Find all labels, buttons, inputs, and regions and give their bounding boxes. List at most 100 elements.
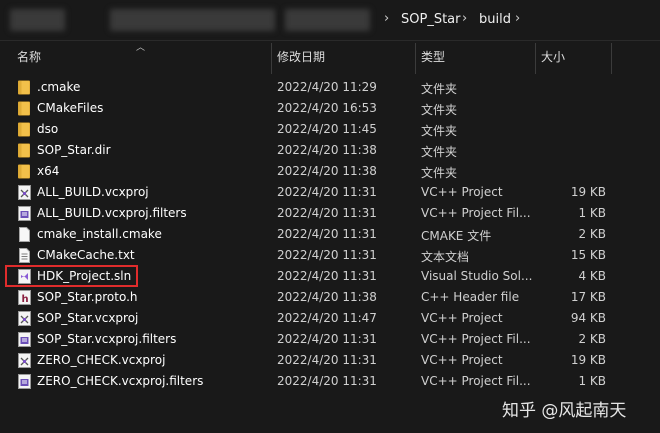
- file-name: dso: [37, 122, 59, 136]
- file-date: 2022/4/20 11:31: [277, 374, 377, 388]
- column-divider[interactable]: [535, 43, 536, 74]
- file-type: 文件夹: [421, 145, 458, 159]
- filters-icon: [17, 206, 32, 221]
- redacted-path-segment: [285, 9, 370, 31]
- file-row[interactable]: x64 2022/4/20 11:38 文件夹: [0, 161, 660, 182]
- file-size: 19 KB: [570, 185, 606, 199]
- file-name: ZERO_CHECK.vcxproj.filters: [37, 374, 204, 388]
- file-type: 文件夹: [421, 103, 458, 117]
- file-size: 1 KB: [578, 206, 606, 220]
- file-row[interactable]: .cmake 2022/4/20 11:29 文件夹: [0, 77, 660, 98]
- file-row[interactable]: SOP_Star.vcxproj.filters 2022/4/20 11:31 V…: [0, 329, 660, 350]
- file-row[interactable]: ZERO_CHECK.vcxproj.filters 2022/4/20 11:3…: [0, 371, 660, 392]
- file-row[interactable]: dso 2022/4/20 11:45 文件夹: [0, 119, 660, 140]
- file-name: ZERO_CHECK.vcxproj: [37, 353, 166, 367]
- column-header-type[interactable]: 类型: [421, 41, 445, 74]
- header-file-icon: h: [17, 290, 32, 305]
- text-file-icon: [17, 248, 32, 263]
- column-divider[interactable]: [415, 43, 416, 74]
- redacted-path-segment: [10, 9, 65, 31]
- column-divider[interactable]: [271, 43, 272, 74]
- file-type: 文本文档: [421, 250, 470, 264]
- file-type: C++ Header file: [421, 290, 520, 304]
- file-name: CMakeFiles: [37, 101, 104, 115]
- breadcrumb-item[interactable]: build: [479, 12, 511, 27]
- file-type: VC++ Project: [421, 353, 503, 367]
- file-size: 2 KB: [578, 332, 606, 346]
- file-size: 4 KB: [578, 269, 606, 283]
- file-type: VC++ Project: [421, 311, 503, 325]
- column-header: 名称 修改日期 类型 大小: [0, 41, 660, 74]
- svg-text:h: h: [22, 294, 29, 305]
- file-row[interactable]: CMakeFiles 2022/4/20 16:53 文件夹: [0, 98, 660, 119]
- file-size: 17 KB: [570, 290, 606, 304]
- document-icon: [17, 227, 32, 242]
- folder-icon: [17, 164, 32, 179]
- file-name: SOP_Star.proto.h: [37, 290, 138, 304]
- file-date: 2022/4/20 11:31: [277, 353, 377, 367]
- file-size: 2 KB: [578, 227, 606, 241]
- file-type: VC++ Project Fil...: [421, 374, 531, 388]
- column-divider[interactable]: [611, 43, 612, 74]
- file-row[interactable]: ZERO_CHECK.vcxproj 2022/4/20 11:31 VC++ Pr…: [0, 350, 660, 371]
- vcxproj-icon: [17, 311, 32, 326]
- file-row[interactable]: SOP_Star.vcxproj 2022/4/20 11:47 VC++ Proj…: [0, 308, 660, 329]
- column-header-date[interactable]: 修改日期: [277, 41, 325, 74]
- file-row[interactable]: ALL_BUILD.vcxproj.filters 2022/4/20 11:31…: [0, 203, 660, 224]
- file-name: cmake_install.cmake: [37, 227, 162, 241]
- file-row[interactable]: cmake_install.cmake 2022/4/20 11:31 CMAKE …: [0, 224, 660, 245]
- file-date: 2022/4/20 11:31: [277, 332, 377, 346]
- file-type: 文件夹: [421, 82, 458, 96]
- redacted-path-segment: [110, 9, 275, 31]
- folder-icon: [17, 80, 32, 95]
- file-size: 15 KB: [570, 248, 606, 262]
- file-size: 1 KB: [578, 374, 606, 388]
- file-date: 2022/4/20 11:31: [277, 206, 377, 220]
- highlight-box: [5, 265, 138, 287]
- file-date: 2022/4/20 11:31: [277, 185, 377, 199]
- file-type: VC++ Project: [421, 185, 503, 199]
- file-size: 19 KB: [570, 353, 606, 367]
- vcxproj-icon: [17, 353, 32, 368]
- file-date: 2022/4/20 11:31: [277, 248, 377, 262]
- vcxproj-icon: [17, 185, 32, 200]
- file-row[interactable]: SOP_Star.dir 2022/4/20 11:38 文件夹: [0, 140, 660, 161]
- folder-icon: [17, 143, 32, 158]
- filters-icon: [17, 374, 32, 389]
- address-bar[interactable]: › SOP_Star › build ›: [0, 0, 660, 40]
- file-row[interactable]: CMakeCache.txt 2022/4/20 11:31 文本文档 15 KB: [0, 245, 660, 266]
- file-row[interactable]: h SOP_Star.proto.h 2022/4/20 11:38 C++ Head…: [0, 287, 660, 308]
- chevron-right-icon: ›: [384, 11, 390, 26]
- filters-icon: [17, 332, 32, 347]
- file-date: 2022/4/20 11:29: [277, 80, 377, 94]
- file-name: x64: [37, 164, 60, 178]
- folder-icon: [17, 122, 32, 137]
- folder-icon: [17, 101, 32, 116]
- file-row[interactable]: ALL_BUILD.vcxproj 2022/4/20 11:31 VC++ Pro…: [0, 182, 660, 203]
- chevron-right-icon: ›: [462, 11, 468, 26]
- file-type: 文件夹: [421, 166, 458, 180]
- column-header-name[interactable]: 名称: [17, 41, 41, 74]
- file-name: ALL_BUILD.vcxproj.filters: [37, 206, 187, 220]
- file-date: 2022/4/20 11:45: [277, 122, 377, 136]
- file-name: SOP_Star.dir: [37, 143, 111, 157]
- file-date: 2022/4/20 11:38: [277, 143, 377, 157]
- file-name: .cmake: [37, 80, 81, 94]
- file-name: ALL_BUILD.vcxproj: [37, 185, 149, 199]
- file-type: CMAKE 文件: [421, 229, 492, 243]
- file-date: 2022/4/20 16:53: [277, 101, 377, 115]
- file-name: SOP_Star.vcxproj.filters: [37, 332, 177, 346]
- file-size: 94 KB: [570, 311, 606, 325]
- file-type: 文件夹: [421, 124, 458, 138]
- file-name: CMakeCache.txt: [37, 248, 135, 262]
- file-type: VC++ Project Fil...: [421, 332, 531, 346]
- watermark: 知乎 @风起南天: [502, 401, 627, 421]
- breadcrumb-item[interactable]: SOP_Star: [401, 12, 460, 27]
- file-name: SOP_Star.vcxproj: [37, 311, 139, 325]
- file-date: 2022/4/20 11:31: [277, 227, 377, 241]
- column-header-size[interactable]: 大小: [541, 41, 565, 74]
- chevron-right-icon: ›: [515, 11, 521, 26]
- file-type: VC++ Project Fil...: [421, 206, 531, 220]
- file-type: Visual Studio Sol...: [421, 269, 533, 283]
- file-date: 2022/4/20 11:38: [277, 164, 377, 178]
